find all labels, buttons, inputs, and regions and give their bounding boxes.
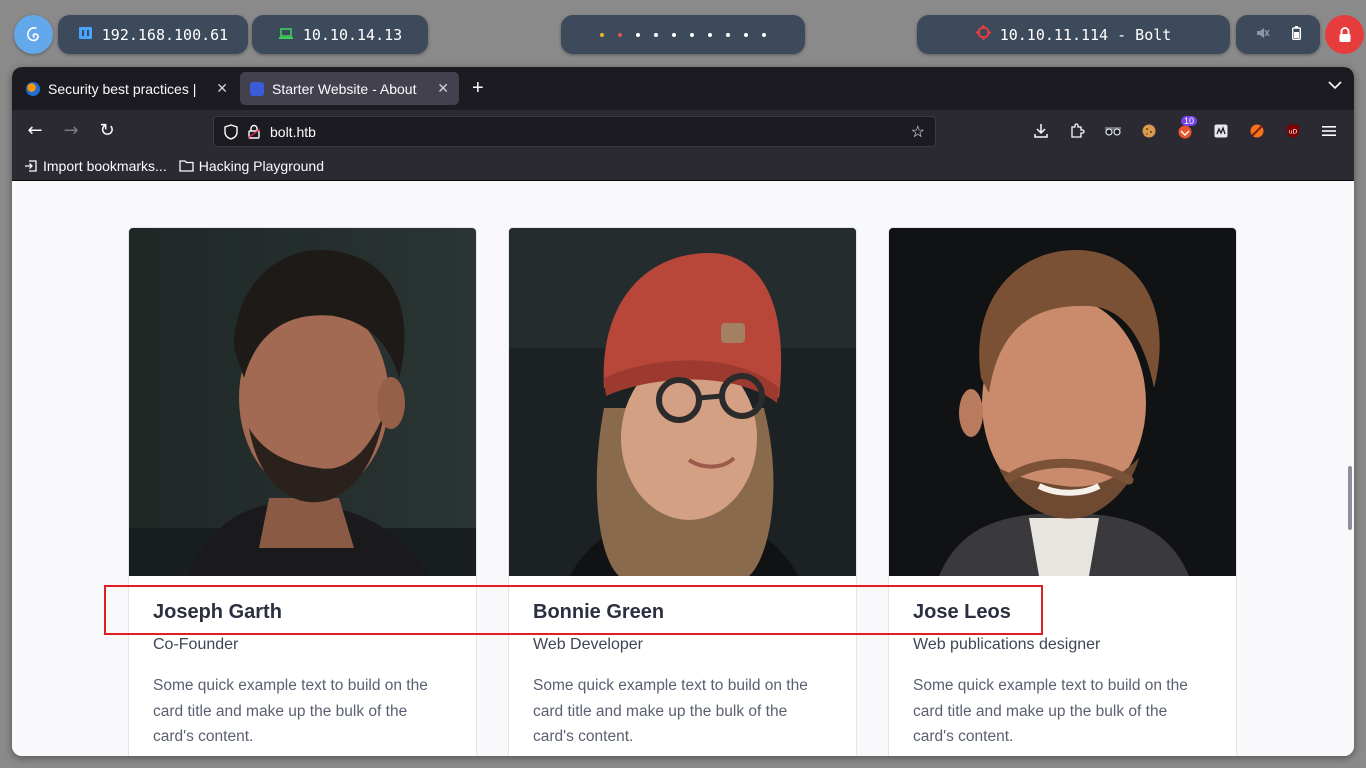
- workspace-dot-8[interactable]: [726, 32, 730, 37]
- ublock-origin-icon[interactable]: uD: [1283, 121, 1303, 141]
- member-name: Joseph Garth: [153, 601, 282, 623]
- member-role: Web publications designer: [913, 636, 1101, 653]
- bookmark-label: Import bookmarks...: [43, 157, 167, 174]
- bookmark-star-icon[interactable]: ☆: [911, 122, 925, 142]
- power-button[interactable]: [1325, 15, 1364, 54]
- vpn-ip-text: 10.10.14.13: [302, 25, 403, 44]
- navigation-toolbar: ← → ↻ bolt.htb ☆ 10 uD: [12, 110, 1354, 151]
- svg-text:uD: uD: [1289, 129, 1298, 136]
- shield-icon[interactable]: [224, 123, 238, 140]
- folder-icon: [179, 159, 194, 172]
- bookmark-import[interactable]: Import bookmarks...: [24, 158, 167, 174]
- card-body: Jose Leos Web publications designer Some…: [889, 576, 1236, 750]
- tab-bar: Security best practices | ✕ Starter Webs…: [12, 67, 1354, 110]
- workspace-dot-10[interactable]: [762, 32, 766, 37]
- system-tray[interactable]: [1236, 15, 1320, 54]
- url-bar[interactable]: bolt.htb ☆: [213, 116, 936, 147]
- import-icon: [24, 159, 38, 173]
- team-member-photo: [889, 228, 1236, 576]
- team-card-jose-leos: Jose Leos Web publications designer Some…: [888, 227, 1237, 756]
- workspace-dot-6[interactable]: [690, 32, 694, 37]
- workspace-dot-9[interactable]: [744, 32, 748, 37]
- member-name: Bonnie Green: [533, 601, 665, 623]
- tab-title: Starter Website - About: [272, 80, 417, 97]
- crosshair-icon: [975, 25, 991, 44]
- workspace-dot-3[interactable]: [636, 32, 640, 37]
- lan-ip-widget[interactable]: 192.168.100.61: [58, 15, 248, 54]
- back-arrow-icon[interactable]: ←: [24, 120, 46, 142]
- member-name: Jose Leos: [913, 601, 1011, 623]
- volume-muted-icon[interactable]: [1256, 26, 1270, 44]
- foxyproxy-extension-icon[interactable]: 10: [1175, 116, 1198, 141]
- team-card-bonnie-green: Bonnie Green Web Developer Some quick ex…: [508, 227, 857, 756]
- bookmark-folder-hacking-playground[interactable]: Hacking Playground: [179, 158, 324, 174]
- network-icon: [78, 26, 93, 44]
- hack-tools-extension-icon[interactable]: [1247, 121, 1267, 141]
- downloads-icon[interactable]: [1031, 121, 1051, 141]
- cookie-extension-icon[interactable]: [1139, 121, 1159, 141]
- glasses-extension-icon[interactable]: [1103, 121, 1123, 141]
- member-role: Co-Founder: [153, 636, 239, 653]
- member-description: Some quick example text to build on the …: [533, 677, 808, 745]
- browser-window: Security best practices | ✕ Starter Webs…: [12, 67, 1354, 756]
- target-widget[interactable]: 10.10.11.114 - Bolt: [917, 15, 1230, 54]
- hamburger-menu-icon[interactable]: [1319, 121, 1339, 141]
- os-menu-button[interactable]: [14, 15, 53, 54]
- bookmarks-toolbar: Import bookmarks... Hacking Playground: [12, 151, 1354, 181]
- extension-badge-count: 10: [1181, 116, 1198, 126]
- lan-ip-text: 192.168.100.61: [101, 25, 229, 44]
- workspace-dot-5[interactable]: [672, 32, 676, 37]
- close-tab-icon[interactable]: ✕: [216, 80, 228, 97]
- site-favicon: [250, 81, 264, 96]
- member-role: Web Developer: [533, 636, 643, 653]
- team-member-photo: [509, 228, 856, 576]
- workspace-dot-4[interactable]: [654, 32, 658, 37]
- insecure-lock-icon[interactable]: [248, 124, 260, 139]
- member-description: Some quick example text to build on the …: [913, 677, 1188, 745]
- tab-title: Security best practices |: [48, 80, 197, 97]
- extensions-puzzle-icon[interactable]: [1067, 121, 1087, 141]
- forward-arrow-icon[interactable]: →: [60, 120, 82, 142]
- member-description: Some quick example text to build on the …: [153, 677, 428, 745]
- target-text: 10.10.11.114 - Bolt: [999, 25, 1172, 44]
- url-text[interactable]: bolt.htb: [270, 124, 911, 140]
- new-tab-plus-icon[interactable]: +: [472, 77, 484, 100]
- team-card-joseph-garth: Joseph Garth Co-Founder Some quick examp…: [128, 227, 477, 756]
- firefox-docs-favicon: [26, 81, 40, 96]
- page-content: Joseph Garth Co-Founder Some quick examp…: [12, 181, 1354, 756]
- tab-security-best-practices[interactable]: Security best practices | ✕: [16, 72, 238, 105]
- reload-icon[interactable]: ↻: [96, 120, 118, 142]
- list-all-tabs-chevron-icon[interactable]: [1328, 78, 1342, 94]
- bookmark-label: Hacking Playground: [198, 157, 324, 174]
- workspace-switcher[interactable]: [561, 15, 805, 54]
- team-member-photo: [129, 228, 476, 576]
- laptop-icon: [278, 26, 294, 44]
- workspace-dot-7[interactable]: [708, 32, 712, 37]
- card-body: Bonnie Green Web Developer Some quick ex…: [509, 576, 856, 750]
- tab-starter-website-about[interactable]: Starter Website - About ✕: [240, 72, 459, 105]
- lock-icon: [1339, 26, 1350, 42]
- debian-swirl-icon: [26, 26, 39, 41]
- wappalyzer-extension-icon[interactable]: [1211, 121, 1231, 141]
- workspace-dot-1[interactable]: [600, 32, 604, 37]
- vpn-ip-widget[interactable]: 10.10.14.13: [252, 15, 428, 54]
- page-scrollbar-thumb[interactable]: [1348, 466, 1352, 530]
- card-body: Joseph Garth Co-Founder Some quick examp…: [129, 576, 476, 750]
- workspace-dot-2[interactable]: [618, 32, 622, 37]
- battery-icon[interactable]: [1291, 25, 1301, 44]
- close-tab-icon[interactable]: ✕: [437, 80, 449, 97]
